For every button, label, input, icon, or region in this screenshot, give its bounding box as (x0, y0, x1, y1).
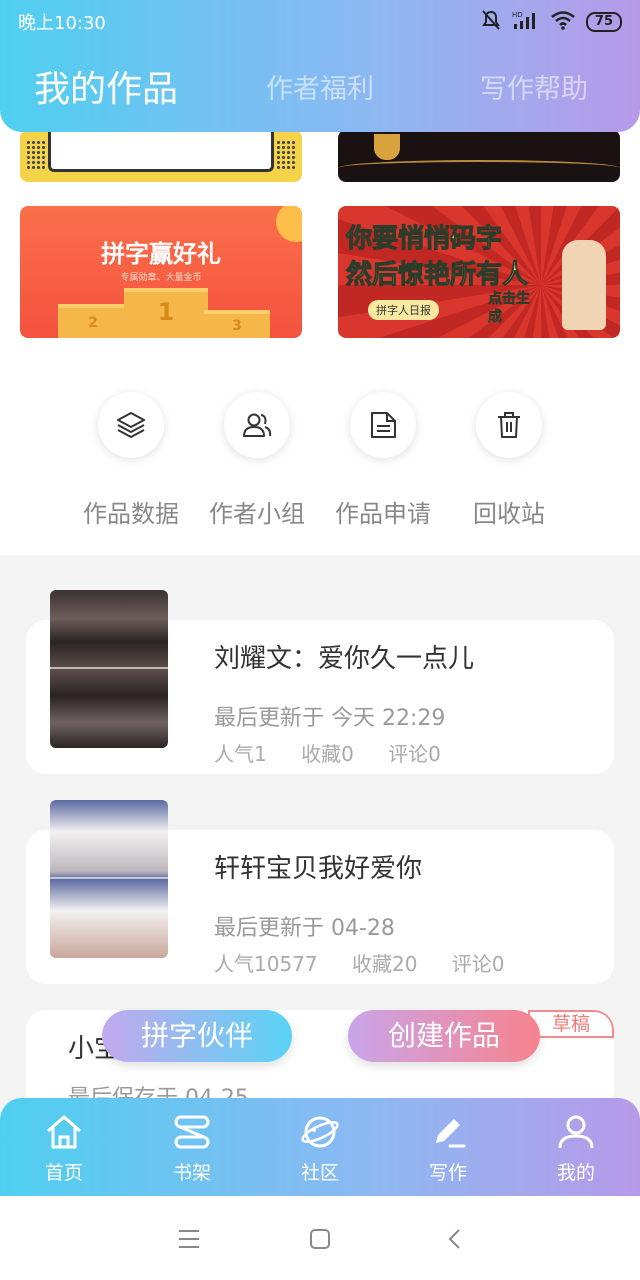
back-icon[interactable] (440, 1224, 470, 1254)
nav-label: 写作 (428, 1162, 467, 1184)
banner-grid: 拼字赢好礼 专属勋章、大量金币 2 1 3 你要悄悄码字 然后惊艳所有人 拼字人… (0, 100, 640, 340)
planet-icon (256, 1112, 384, 1152)
cover-panel (50, 800, 168, 879)
status-bar: 晚上10:30 HD 75 (18, 8, 622, 36)
banner-daily-report[interactable]: 你要悄悄码字 然后惊艳所有人 拼字人日报 点击生成 (338, 206, 620, 338)
work-title: 刘耀文：爱你久一点儿 (214, 644, 475, 674)
signal-icon: HD (512, 10, 540, 34)
trash-icon (476, 392, 542, 458)
fist-illustration (562, 240, 606, 330)
tab-author-benefits[interactable]: 作者福利 (266, 60, 374, 120)
mute-icon (480, 10, 502, 34)
work-title: 轩轩宝贝我好爱你 (214, 854, 423, 884)
header-tabs: 我的作品 作者福利 写作帮助 (0, 60, 640, 120)
gold-lines-decoration (338, 160, 620, 176)
banner-subtitle: 专属勋章、大量金币 (120, 273, 202, 283)
tool-work-application[interactable]: 作品申请 (320, 392, 446, 529)
nav-write[interactable]: 写作 (384, 1112, 512, 1185)
banner-award[interactable] (338, 130, 620, 182)
banner-cta: 点击生成 (488, 291, 531, 326)
work-cover[interactable] (50, 800, 168, 958)
nav-label: 社区 (300, 1162, 339, 1184)
banner-line-2: 然后惊艳所有人 (346, 260, 529, 291)
trophy-icon (374, 134, 400, 160)
layers-icon (98, 392, 164, 458)
work-stats: 人气10577 收藏20 评论0 (214, 948, 533, 977)
tool-work-data[interactable]: 作品数据 (68, 392, 194, 529)
bottom-nav: 首页 书架 社区 写作 我的 (0, 1098, 640, 1196)
podium-first: 1 (124, 288, 208, 338)
nav-label: 书架 (172, 1162, 211, 1184)
cover-panel (50, 590, 168, 669)
work-updated: 最后更新于 04-28 (214, 916, 395, 941)
nav-label: 首页 (44, 1162, 83, 1184)
tool-label: 作品申请 (335, 500, 431, 528)
pen-icon (384, 1112, 512, 1152)
podium-third: 3 (204, 310, 270, 338)
work-cover[interactable] (50, 590, 168, 748)
tab-my-works[interactable]: 我的作品 (34, 60, 178, 120)
home-icon (0, 1112, 128, 1152)
top-header: 晚上10:30 HD 75 我的作品 作者福利 写作帮助 (0, 0, 640, 132)
document-icon (350, 392, 416, 458)
banner-frame (48, 130, 274, 172)
tool-shortcuts: 作品数据 作者小组 作品申请 回收站 (0, 340, 640, 555)
tool-label: 作品数据 (83, 500, 179, 528)
banner-typing-prize[interactable]: 拼字赢好礼 专属勋章、大量金币 2 1 3 (20, 206, 302, 338)
banner-2021-benefits[interactable] (20, 130, 302, 182)
work-updated: 最后更新于 今天 22:29 (214, 706, 446, 731)
tool-label: 回收站 (473, 500, 545, 528)
nav-bookshelf[interactable]: 书架 (128, 1112, 256, 1185)
profile-icon (512, 1112, 640, 1152)
status-icons: HD 75 (480, 10, 622, 34)
work-favorites: 收藏0 (301, 742, 354, 766)
dots-decoration (26, 140, 46, 170)
group-icon (224, 392, 290, 458)
banner-tag: 拼字人日报 (368, 300, 439, 320)
tool-author-group[interactable]: 作者小组 (194, 392, 320, 529)
nav-community[interactable]: 社区 (256, 1112, 384, 1185)
system-nav-bar (0, 1196, 640, 1280)
draft-badge: 草稿 (528, 1010, 614, 1038)
bookshelf-icon (128, 1112, 256, 1152)
writing-partner-button[interactable]: 拼字伙伴 (102, 1010, 292, 1062)
work-popularity: 人气1 (214, 742, 267, 766)
podium-second: 2 (58, 304, 128, 338)
work-stats: 人气1 收藏0 评论0 (214, 738, 469, 767)
banner-line-1: 你要悄悄码字 (346, 224, 503, 255)
menu-icon[interactable] (174, 1224, 204, 1254)
nav-profile[interactable]: 我的 (512, 1112, 640, 1185)
work-favorites: 收藏20 (351, 952, 418, 976)
tool-recycle-bin[interactable]: 回收站 (446, 392, 572, 529)
tab-writing-help[interactable]: 写作帮助 (480, 60, 588, 120)
tool-label: 作者小组 (209, 500, 305, 528)
nav-home[interactable]: 首页 (0, 1112, 128, 1185)
home-square-icon[interactable] (305, 1224, 335, 1254)
work-popularity: 人气10577 (214, 952, 318, 976)
battery-indicator: 75 (585, 12, 622, 32)
create-work-button[interactable]: 创建作品 (348, 1010, 540, 1062)
work-comments: 评论0 (388, 742, 441, 766)
wifi-icon (550, 10, 576, 34)
dots-decoration (276, 140, 296, 170)
banner-title: 拼字赢好礼 (101, 240, 221, 268)
work-comments: 评论0 (451, 952, 505, 976)
network-label: HD (512, 11, 523, 19)
status-time: 晚上10:30 (18, 13, 106, 34)
nav-label: 我的 (556, 1162, 595, 1184)
